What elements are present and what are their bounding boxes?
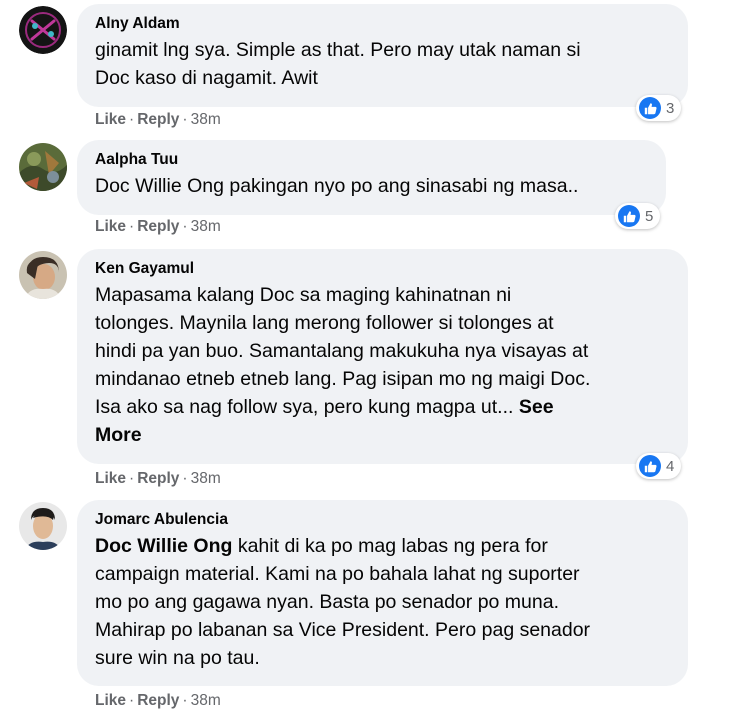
comment-text-line: More (95, 421, 670, 449)
avatar[interactable] (19, 143, 67, 191)
comment: Aalpha Tuu Doc Willie Ong pakingan nyo p… (0, 135, 750, 245)
comment-text-line: sure win na po tau. (95, 647, 260, 669)
comment-bubble: Ken Gayamul Mapasama kalang Doc sa magin… (77, 249, 688, 464)
comment-text-line: Doc kaso di nagamit. Awit (95, 67, 318, 89)
timestamp[interactable]: 38m (191, 692, 221, 709)
comment-text-line: Isa ako sa nag follow sya, pero kung mag… (95, 393, 670, 421)
reply-link[interactable]: Reply (137, 218, 179, 235)
reaction-summary[interactable]: 4 (636, 453, 682, 479)
like-link[interactable]: Like (95, 111, 126, 128)
reply-link[interactable]: Reply (137, 692, 179, 709)
comment: Jomarc Abulencia Doc Willie Ong kahit di… (0, 495, 750, 716)
reaction-summary[interactable]: 5 (615, 203, 661, 229)
comment-text-line: mindanao etneb etneb lang. Pag isipan mo… (95, 368, 591, 390)
separator: · (129, 218, 135, 235)
comment-bubble: Jomarc Abulencia Doc Willie Ong kahit di… (77, 500, 688, 686)
separator: · (182, 692, 188, 709)
comment-author[interactable]: Aalpha Tuu (95, 150, 648, 170)
comment-text-line: Mahirap po labanan sa Vice President. Pe… (95, 619, 591, 641)
comment-text: Doc Willie Ong pakingan nyo po ang sinas… (95, 172, 648, 200)
comment-text-line: Mapasama kalang Doc sa maging kahinatnan… (95, 284, 512, 306)
separator: · (129, 111, 135, 128)
avatar[interactable] (19, 251, 67, 299)
separator: · (129, 470, 135, 487)
like-link[interactable]: Like (95, 470, 126, 487)
comment-text-fragment: Isa ako sa nag follow sya, pero kung mag… (95, 396, 514, 418)
separator: · (129, 692, 135, 709)
timestamp[interactable]: 38m (191, 218, 221, 235)
avatar[interactable] (19, 6, 67, 54)
comment: Ken Gayamul Mapasama kalang Doc sa magin… (0, 245, 750, 495)
reaction-count: 4 (666, 457, 675, 475)
comment-actions: Like · Reply · 38m (95, 110, 221, 130)
comment-text-line: tolonges. Maynila lang merong follower s… (95, 312, 554, 334)
comment-bubble: Aalpha Tuu Doc Willie Ong pakingan nyo p… (77, 140, 666, 215)
separator: · (182, 218, 188, 235)
separator: · (182, 111, 188, 128)
separator: · (182, 470, 188, 487)
reply-link[interactable]: Reply (137, 470, 179, 487)
comment-text-fragment: kahit di ka po mag labas ng pera for (232, 535, 548, 557)
mention-link[interactable]: Doc Willie Ong (95, 535, 232, 557)
comment-text-line: Doc Willie Ong kahit di ka po mag labas … (95, 532, 670, 560)
thumbs-up-icon (618, 205, 640, 227)
thumbs-up-icon (639, 455, 661, 477)
reaction-count: 3 (666, 99, 675, 117)
comment-actions: Like · Reply · 38m (95, 217, 221, 237)
like-link[interactable]: Like (95, 692, 126, 709)
reaction-count: 5 (645, 207, 654, 225)
comment-text-line: hindi pa yan buo. Samantalang makukuha n… (95, 340, 589, 362)
comment-text-line: ginamit lng sya. Simple as that. Pero ma… (95, 39, 581, 61)
comment-bubble: Alny Aldam ginamit lng sya. Simple as th… (77, 4, 688, 107)
timestamp[interactable]: 38m (191, 470, 221, 487)
comment-author[interactable]: Ken Gayamul (95, 259, 670, 279)
reaction-summary[interactable]: 3 (636, 95, 682, 121)
comment-text-line: Doc Willie Ong pakingan nyo po ang sinas… (95, 175, 579, 197)
comment-text: Mapasama kalang Doc sa maging kahinatnan… (95, 281, 670, 449)
see-more-link[interactable]: See (519, 396, 554, 418)
comment-author[interactable]: Alny Aldam (95, 14, 670, 34)
comment-text-line: campaign material. Kami na po bahala lah… (95, 563, 580, 585)
comment: Alny Aldam ginamit lng sya. Simple as th… (0, 0, 750, 135)
thumbs-up-icon (639, 97, 661, 119)
like-link[interactable]: Like (95, 218, 126, 235)
comment-author[interactable]: Jomarc Abulencia (95, 510, 670, 530)
comment-actions: Like · Reply · 38m (95, 469, 221, 489)
avatar[interactable] (19, 502, 67, 550)
comment-text: Doc Willie Ong kahit di ka po mag labas … (95, 532, 670, 672)
comment-actions: Like · Reply · 38m (95, 691, 221, 711)
see-more-link[interactable]: More (95, 424, 142, 446)
comment-text-line: mo po ang gagawa nyan. Basta po senador … (95, 591, 559, 613)
comment-text: ginamit lng sya. Simple as that. Pero ma… (95, 36, 670, 92)
reply-link[interactable]: Reply (137, 111, 179, 128)
timestamp[interactable]: 38m (191, 111, 221, 128)
